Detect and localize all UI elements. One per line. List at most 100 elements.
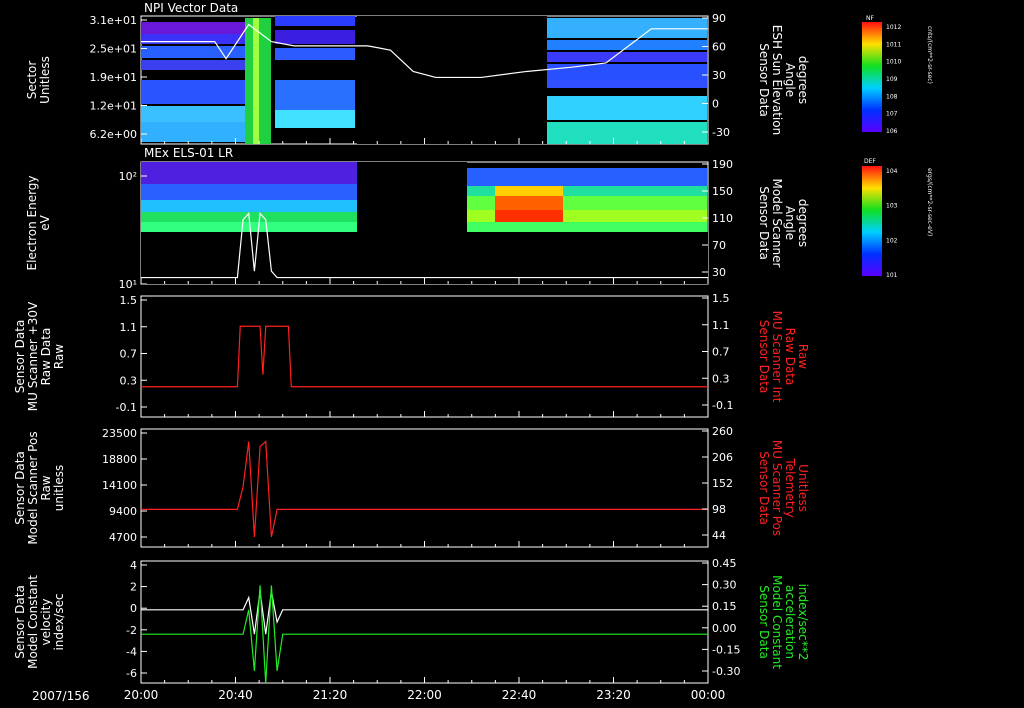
heatmap-cell: [567, 196, 571, 210]
heatmap-cell: [193, 184, 197, 200]
heatmap-cell: [667, 186, 671, 196]
heatmap-cell: [591, 186, 595, 196]
y-right-label-line: Sensor Data: [757, 186, 771, 260]
heatmap-cell: [467, 222, 471, 232]
heatmap-cell: [551, 168, 555, 186]
heatmap-cell: [543, 168, 547, 186]
heatmap-cell: [571, 18, 575, 38]
colorbar-tick-label: 107: [886, 111, 898, 118]
y-left-tick-label: -4: [126, 645, 137, 658]
heatmap-cell: [643, 64, 647, 80]
heatmap-cell: [547, 18, 551, 38]
heatmap-cell: [169, 122, 173, 142]
heatmap-cell: [305, 162, 309, 184]
y-right-tick-label: 0.3: [712, 372, 730, 385]
heatmap-cell: [169, 222, 173, 232]
heatmap-cell: [655, 52, 659, 62]
heatmap-cell: [283, 48, 287, 60]
heatmap-cell: [619, 168, 623, 186]
heatmap-cell: [583, 222, 587, 232]
heatmap-cell: [595, 122, 599, 144]
y-left-tick-label: -2: [126, 624, 137, 637]
heatmap-cell: [663, 96, 667, 120]
heatmap-cell: [479, 222, 483, 232]
heatmap-cell: [519, 222, 523, 232]
heatmap-cell: [217, 122, 221, 142]
heatmap-cell: [579, 210, 583, 222]
heatmap-cell: [141, 22, 145, 34]
heatmap-cell: [333, 212, 337, 222]
heatmap-cell: [519, 186, 523, 196]
y-right-label-line: Model Scanner: [770, 179, 784, 268]
heatmap-cell: [683, 18, 687, 38]
heatmap-cell: [153, 122, 157, 142]
heatmap-cell: [157, 22, 161, 34]
heatmap-cell: [245, 162, 249, 184]
heatmap-cell: [539, 222, 543, 232]
heatmap-cell: [559, 196, 563, 210]
heatmap-cell: [567, 186, 571, 196]
heatmap-cell: [229, 162, 233, 184]
heatmap-cell: [591, 18, 595, 38]
heatmap-cell: [177, 22, 181, 34]
heatmap-cell: [519, 168, 523, 186]
heatmap-cell: [639, 222, 643, 232]
heatmap-cell: [205, 60, 209, 70]
heatmap-cell: [293, 200, 297, 212]
heatmap-cell: [325, 184, 329, 200]
heatmap-cell: [535, 168, 539, 186]
heatmap-cell: [515, 222, 519, 232]
heatmap-cell: [169, 106, 173, 122]
heatmap-cell: [511, 222, 515, 232]
heatmap-cell: [229, 122, 233, 142]
heatmap-cell: [185, 200, 189, 212]
heatmap-cell: [487, 222, 491, 232]
heatmap-cell: [627, 222, 631, 232]
heatmap-cell: [205, 22, 209, 34]
heatmap-cell: [141, 34, 145, 44]
heatmap-cell: [591, 168, 595, 186]
heatmap-cell: [599, 186, 603, 196]
heatmap-cell: [145, 22, 149, 34]
heatmap-cell: [575, 40, 579, 50]
heatmap-cell: [281, 162, 285, 184]
heatmap-cell: [303, 30, 307, 44]
heatmap-cell: [563, 122, 567, 144]
heatmap-cell: [699, 210, 703, 222]
heatmap-cell: [575, 186, 579, 196]
heatmap-cell: [547, 52, 551, 62]
heatmap-cell: [173, 222, 177, 232]
heatmap-cell: [329, 212, 333, 222]
heatmap-cell: [587, 40, 591, 50]
heatmap-cell: [293, 162, 297, 184]
y-right-label-line: Sensor Data: [757, 585, 771, 659]
heatmap-cell: [287, 110, 291, 128]
heatmap-cell: [193, 122, 197, 142]
heatmap-cell: [627, 168, 631, 186]
heatmap-cell: [193, 80, 197, 104]
heatmap-cell: [193, 222, 197, 232]
heatmap-cell: [287, 80, 291, 110]
heatmap-cell: [555, 168, 559, 186]
y-right-tick-label: -30: [712, 126, 730, 139]
heatmap-cell: [479, 210, 483, 222]
panel-els-title: MEx ELS-01 LR: [144, 146, 233, 160]
heatmap-cell: [559, 168, 563, 186]
heatmap-cell: [571, 196, 575, 210]
heatmap-cell: [305, 222, 309, 232]
heatmap-cell: [165, 22, 169, 34]
heatmap-cell: [515, 210, 519, 222]
heatmap-cell: [659, 196, 663, 210]
heatmap-cell: [671, 80, 675, 88]
heatmap-cell: [347, 30, 351, 44]
heatmap-cell: [233, 212, 237, 222]
heatmap-cell: [575, 80, 579, 88]
heatmap-cell: [611, 80, 615, 88]
heatmap-cell: [349, 162, 353, 184]
heatmap-cell: [209, 122, 213, 142]
plot-canvas: NPI Vector Data MEx ELS-01 LR 20:00 20:40…: [13, 1, 933, 703]
y-right-tick-label: 260: [712, 425, 733, 438]
heatmap-cell: [703, 52, 707, 62]
y-right-tick-label: 206: [712, 451, 733, 464]
heatmap-cell: [631, 168, 635, 186]
